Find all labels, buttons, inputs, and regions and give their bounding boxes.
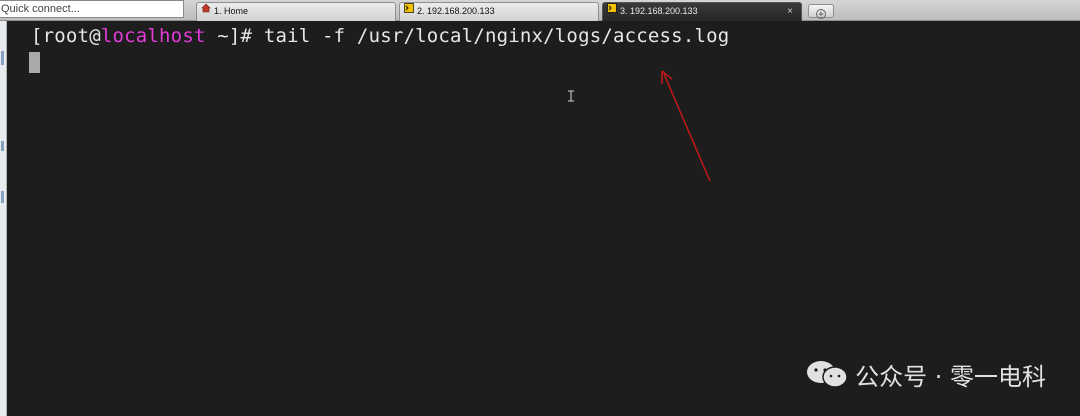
close-icon[interactable]: × <box>787 3 793 20</box>
tab-bar: Quick connect... 1. Home 2. 192.168.200.… <box>0 0 1080 21</box>
tab-label: 2. 192.168.200.133 <box>417 6 495 16</box>
prompt-host: localhost <box>100 25 206 47</box>
annotation-arrow-icon <box>661 70 711 182</box>
tab-session-3[interactable]: 3. 192.168.200.133 × <box>602 2 802 21</box>
text-cursor-icon <box>567 90 575 105</box>
terminal-cursor <box>29 52 40 73</box>
tab-home[interactable]: 1. Home <box>196 2 396 21</box>
command-line: [root@localhost ~]# tail -f /usr/local/n… <box>31 25 729 47</box>
prompt-close: ~]# <box>205 25 264 47</box>
watermark: 公众号 · 零一电科 <box>805 356 1046 392</box>
quick-connect-input[interactable]: Quick connect... <box>0 0 184 18</box>
wechat-icon <box>807 361 848 388</box>
tab-label: 3. 192.168.200.133 <box>620 6 698 16</box>
terminal-pane[interactable]: [root@localhost ~]# tail -f /usr/local/n… <box>7 21 1080 416</box>
command-text: tail -f /usr/local/nginx/logs/access.log <box>263 25 730 47</box>
new-tab-button[interactable] <box>808 4 834 19</box>
tab-label: 1. Home <box>214 6 249 16</box>
left-sidebar-edge <box>0 21 7 416</box>
watermark-text: 公众号 · 零一电科 <box>855 362 1046 391</box>
plus-icon <box>816 9 826 19</box>
home-icon <box>201 2 211 19</box>
prompt-open: [root@ <box>31 25 101 47</box>
terminal-icon <box>404 2 414 19</box>
terminal-icon <box>607 2 617 19</box>
tab-session-2[interactable]: 2. 192.168.200.133 <box>399 2 599 21</box>
